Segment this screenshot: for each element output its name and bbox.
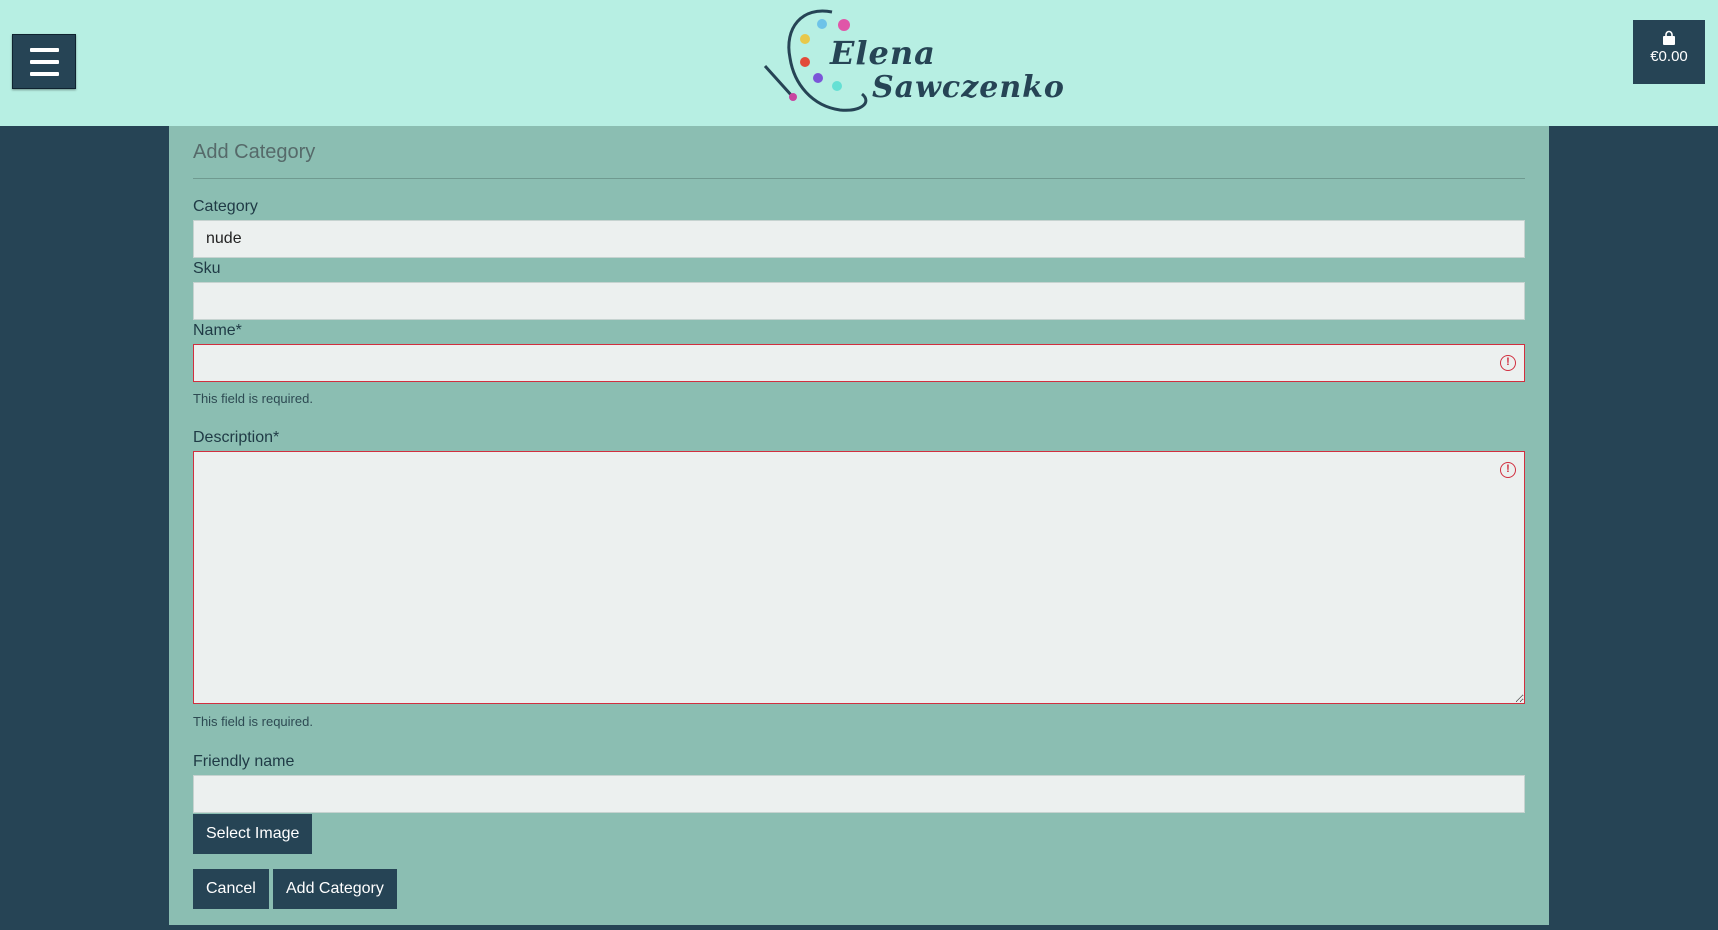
category-label: Category [193,198,258,215]
shopping-bag-icon [1663,30,1675,45]
page-title: Add Category [193,141,316,163]
name-error-text: This field is required. [193,391,313,406]
sku-input[interactable] [193,282,1525,320]
category-input[interactable] [193,220,1525,258]
name-input[interactable] [193,344,1525,382]
divider [193,178,1525,179]
logo-text-first-name: Elena [830,34,936,72]
select-image-button[interactable]: Select Image [193,814,313,854]
add-category-form: Add Category Category Sku Name* ! This f… [169,126,1549,925]
site-header: Elena Sawczenko €0.00 [0,0,1718,126]
menu-bar-icon [30,48,59,52]
site-logo[interactable]: Elena Sawczenko [762,6,1064,116]
exclamation-circle-icon: ! [1500,355,1516,371]
friendly-name-label: Friendly name [193,753,295,770]
friendly-name-input[interactable] [193,775,1525,813]
hamburger-menu-button[interactable] [12,34,76,89]
description-error-text: This field is required. [193,714,313,729]
sku-label: Sku [193,260,221,277]
exclamation-circle-icon: ! [1500,462,1516,478]
description-label: Description* [193,429,280,446]
cancel-button[interactable]: Cancel [193,869,269,909]
menu-bar-icon [30,60,59,64]
name-label: Name* [193,322,242,339]
cart-total: €0.00 [1650,48,1688,65]
menu-bar-icon [30,72,59,76]
logo-text-last-name: Sawczenko [872,70,1065,105]
add-category-button[interactable]: Add Category [273,869,397,909]
description-textarea[interactable] [193,451,1525,704]
cart-button[interactable]: €0.00 [1633,20,1705,84]
